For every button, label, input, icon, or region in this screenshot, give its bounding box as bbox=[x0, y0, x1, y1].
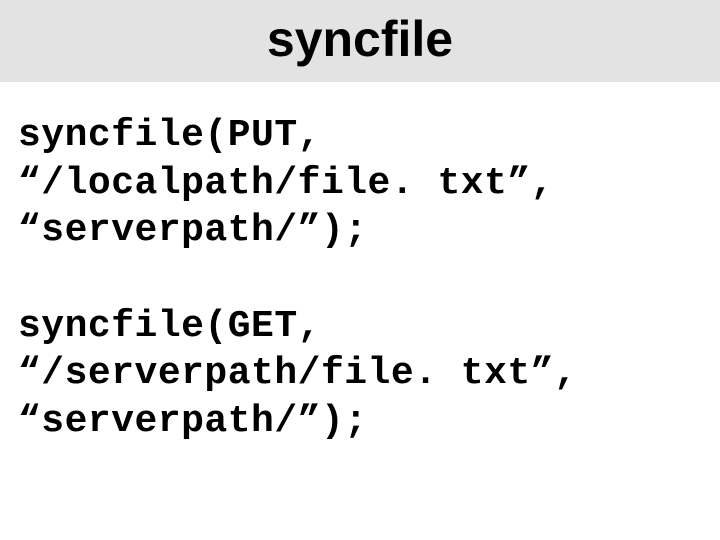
code-line: “/serverpath/file. txt”, bbox=[18, 350, 702, 398]
code-example-put: syncfile(PUT, “/localpath/file. txt”, “s… bbox=[18, 112, 702, 255]
code-line: “serverpath/”); bbox=[18, 207, 702, 255]
content-area: syncfile(PUT, “/localpath/file. txt”, “s… bbox=[0, 82, 720, 445]
code-example-get: syncfile(GET, “/serverpath/file. txt”, “… bbox=[18, 303, 702, 446]
code-line: syncfile(PUT, bbox=[18, 112, 702, 160]
title-bar: syncfile bbox=[0, 0, 720, 82]
code-line: syncfile(GET, bbox=[18, 303, 702, 351]
slide-title: syncfile bbox=[267, 11, 453, 67]
code-line: “serverpath/”); bbox=[18, 398, 702, 446]
code-line: “/localpath/file. txt”, bbox=[18, 160, 702, 208]
